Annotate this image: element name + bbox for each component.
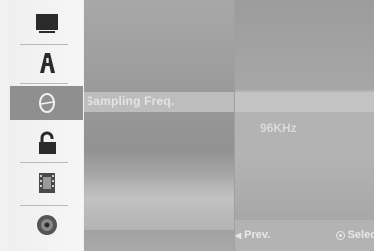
menu-item-disc[interactable] [10,208,83,242]
prev-button[interactable]: ◀ Prev. [235,229,270,241]
menu-item-audio[interactable] [10,86,83,120]
footer-hints: ◀ Prev. Select [235,225,374,245]
menu-item-language[interactable] [10,46,83,80]
panel-glow [84,150,235,230]
left-triangle-icon: ◀ [235,230,242,240]
audio-setup-screen: Sampling Freq. 96KHz ◀ Prev. Select [0,0,374,251]
menu-separator [20,83,68,84]
menu-separator [20,205,68,206]
disc-icon [36,215,57,235]
select-label: Select [347,229,374,241]
menu-item-others[interactable] [10,166,83,200]
enter-icon [335,230,345,240]
film-icon [38,173,55,193]
menu-item-display[interactable] [10,6,83,40]
option-label: Sampling Freq. [88,94,175,108]
menu-separator [20,44,68,45]
audio-icon [38,93,55,113]
language-icon [39,53,55,73]
menu-item-lock[interactable] [10,126,83,160]
option-list-panel: Sampling Freq. [84,0,235,251]
value-panel-fade [235,160,374,220]
lock-icon [38,131,56,154]
value-panel: 96KHz ◀ Prev. Select [235,0,374,251]
value-panel-top [235,0,374,90]
select-button[interactable]: Select [335,229,374,241]
tv-icon [35,14,58,33]
setup-menu-sidebar [8,0,83,251]
sampling-freq-value[interactable]: 96KHz [260,121,297,135]
option-row-sampling-freq[interactable]: Sampling Freq. [84,92,235,112]
menu-separator [20,162,68,163]
prev-label: Prev. [244,229,271,241]
value-highlight-row [235,92,374,112]
